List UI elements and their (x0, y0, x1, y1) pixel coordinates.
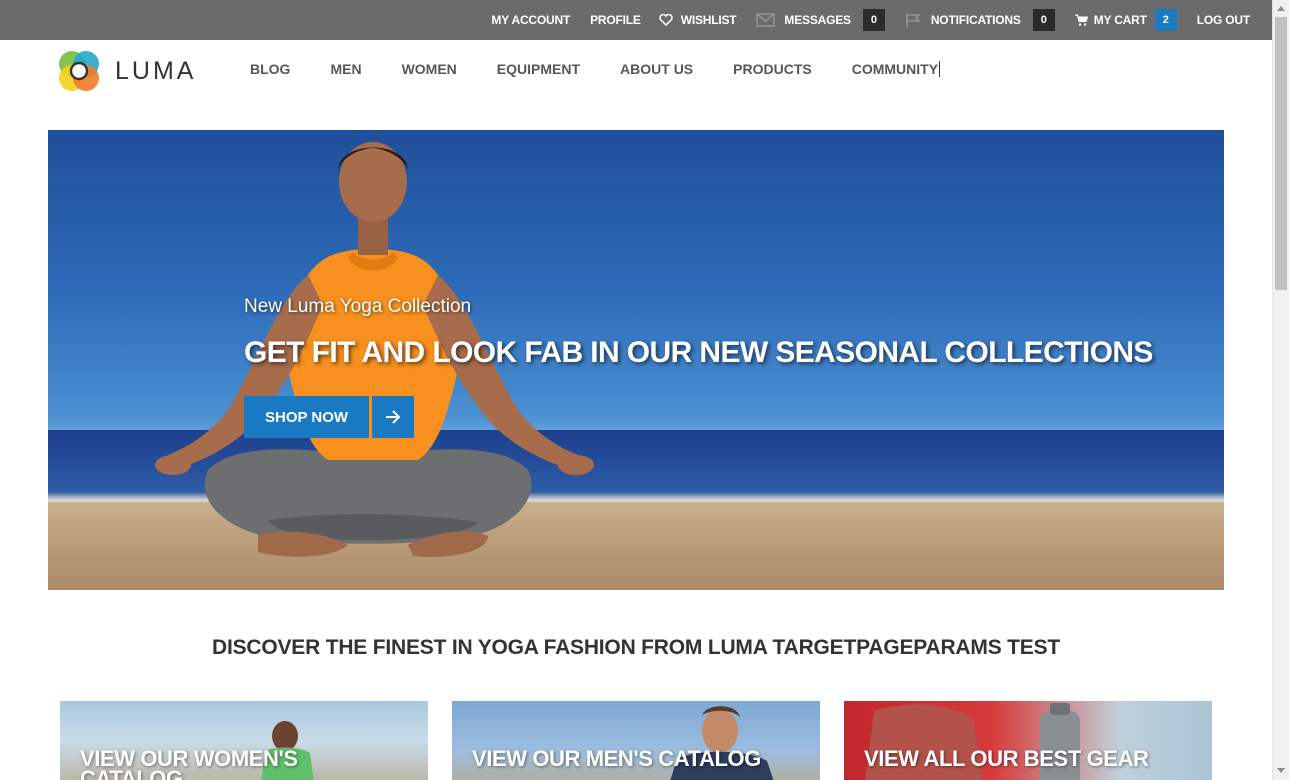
wishlist-link[interactable]: WISHLIST (658, 13, 737, 27)
best-gear-label: VIEW ALL OUR BEST GEAR (864, 746, 1149, 771)
nav-about-us[interactable]: ABOUT US (620, 61, 693, 77)
my-cart-label: MY CART (1093, 13, 1147, 27)
nav-men[interactable]: MEN (330, 61, 361, 77)
mens-catalog-tile[interactable]: VIEW OUR MEN'S CATALOG (452, 701, 820, 780)
womens-catalog-tile[interactable]: VIEW OUR WOMEN'S CATALOG (60, 701, 428, 780)
shop-now-button[interactable]: SHOP NOW (244, 396, 415, 438)
womens-catalog-label: VIEW OUR WOMEN'S CATALOG (80, 746, 298, 780)
scroll-down-icon[interactable] (1277, 768, 1285, 773)
mens-catalog-label: VIEW OUR MEN'S CATALOG (472, 746, 761, 771)
logo-wordmark: LUMA (115, 56, 197, 85)
top-utility-bar: MY ACCOUNT PROFILE WISHLIST MESSAGES 0 N… (0, 0, 1272, 40)
nav-equipment[interactable]: EQUIPMENT (497, 61, 580, 77)
nav-women[interactable]: WOMEN (402, 61, 457, 77)
messages-label: MESSAGES (784, 13, 851, 27)
section-heading: DISCOVER THE FINEST IN YOGA FASHION FROM… (211, 636, 1061, 659)
notifications-link[interactable]: NOTIFICATIONS 0 (905, 9, 1055, 31)
hero-title: GET FIT AND LOOK FAB IN OUR NEW SEASONAL… (244, 336, 1153, 369)
messages-count-badge: 0 (862, 9, 885, 31)
main-navigation: BLOG MEN WOMEN EQUIPMENT ABOUT US PRODUC… (250, 61, 941, 77)
luma-logo[interactable]: LUMA (57, 49, 196, 93)
messages-link[interactable]: MESSAGES 0 (756, 9, 885, 31)
hero-banner[interactable]: New Luma Yoga Collection GET FIT AND LOO… (48, 130, 1224, 590)
my-account-link[interactable]: MY ACCOUNT (491, 13, 570, 27)
my-cart-link[interactable]: MY CART 2 (1074, 9, 1177, 31)
scroll-up-icon[interactable] (1277, 6, 1285, 11)
nav-blog[interactable]: BLOG (250, 61, 290, 77)
log-out-link[interactable]: LOG OUT (1197, 13, 1250, 27)
envelope-icon (756, 13, 776, 27)
arrow-right-icon (372, 396, 415, 438)
notifications-count-badge: 0 (1032, 9, 1055, 31)
wishlist-label: WISHLIST (680, 13, 737, 27)
luma-logo-icon (59, 51, 99, 91)
best-gear-tile[interactable]: VIEW ALL OUR BEST GEAR (844, 701, 1212, 780)
nav-community[interactable]: COMMUNITY (852, 61, 941, 77)
flag-icon (905, 13, 923, 28)
cart-icon (1074, 14, 1088, 26)
nav-products[interactable]: PRODUCTS (733, 61, 812, 77)
site-header: LUMA BLOG MEN WOMEN EQUIPMENT ABOUT US P… (0, 40, 1272, 100)
heart-icon (658, 14, 673, 26)
cart-count-badge: 2 (1154, 9, 1177, 31)
shop-now-label: SHOP NOW (244, 396, 370, 438)
notifications-label: NOTIFICATIONS (930, 13, 1021, 27)
page-scrollbar[interactable] (1272, 0, 1289, 780)
scrollbar-thumb[interactable] (1275, 17, 1287, 290)
hero-subtitle: New Luma Yoga Collection (244, 296, 472, 317)
profile-link[interactable]: PROFILE (590, 13, 641, 27)
